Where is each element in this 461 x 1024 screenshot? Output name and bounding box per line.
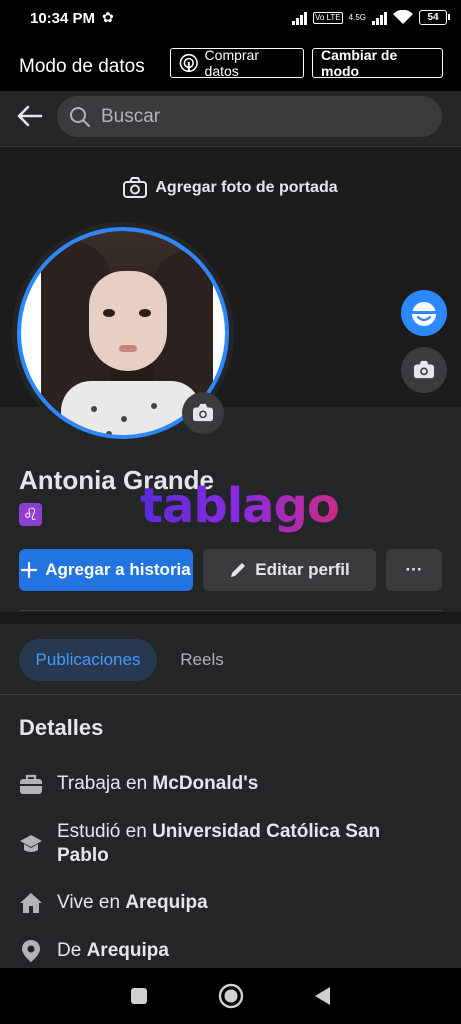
search-row: [0, 91, 461, 147]
change-mode-button[interactable]: Cambiar de modo: [312, 47, 443, 79]
camera-icon: [414, 360, 434, 379]
create-avatar-button[interactable]: [401, 290, 447, 336]
tab-reels[interactable]: Reels: [166, 639, 238, 681]
signal-icon: [292, 11, 307, 25]
status-time: 10:34 PM: [30, 10, 96, 27]
camera-icon: [193, 403, 213, 422]
signal-icon-2: [372, 11, 387, 25]
more-dots-icon: ···: [405, 560, 423, 579]
buy-data-label: Comprar datos: [204, 47, 260, 79]
section-separator: [0, 612, 461, 624]
status-bar: 10:34 PM ✿ Vo LTE 4.5G 54: [0, 0, 461, 40]
zodiac-badge[interactable]: ♌: [19, 503, 42, 526]
search-icon: [70, 106, 90, 127]
change-avatar-button[interactable]: [182, 392, 224, 434]
detail-lives-in[interactable]: Vive en Arequipa: [19, 891, 439, 915]
add-to-story-label: Agregar a historia: [45, 560, 191, 579]
location-pin-icon: [22, 940, 40, 962]
gear-icon: ✿: [102, 9, 114, 25]
volte-badge: Vo LTE: [313, 11, 343, 24]
detail-lives-value: Arequipa: [125, 892, 208, 913]
change-mode-label: Cambiar de modo: [321, 47, 398, 79]
back-arrow-icon[interactable]: [14, 101, 44, 131]
data-mode-bar: Modo de datos Comprar datos Cambiar de m…: [0, 40, 461, 91]
detail-work-value: McDonald's: [152, 773, 259, 794]
wifi-icon: [393, 10, 413, 24]
camera-icon: [123, 177, 148, 198]
detail-work-prefix: Trabaja en: [57, 773, 153, 794]
system-nav-bar: [0, 968, 461, 1024]
add-cover-photo[interactable]: Agregar foto de portada: [0, 177, 461, 199]
divider: [19, 610, 442, 611]
home-icon: [20, 893, 42, 913]
search-input[interactable]: [99, 104, 403, 129]
more-options-button[interactable]: ···: [386, 549, 442, 591]
home-button-icon[interactable]: [218, 983, 244, 1009]
recents-icon[interactable]: [130, 987, 148, 1005]
briefcase-icon: [20, 774, 42, 794]
data-mode-title: Modo de datos: [19, 56, 145, 77]
broadcast-icon: [179, 53, 198, 73]
detail-from[interactable]: De Arequipa: [19, 939, 439, 963]
graduation-cap-icon: [20, 835, 42, 852]
detail-lives-prefix: Vive en: [57, 892, 126, 913]
pencil-icon: [231, 563, 246, 577]
search-box[interactable]: [57, 96, 442, 137]
details-title: Detalles: [19, 715, 104, 740]
edit-cover-button[interactable]: [401, 347, 447, 393]
detail-from-value: Arequipa: [86, 940, 169, 961]
edit-profile-button[interactable]: Editar perfil: [203, 549, 376, 591]
detail-from-prefix: De: [57, 940, 87, 961]
detail-work[interactable]: Trabaja en McDonald's: [19, 772, 439, 796]
tab-publicaciones[interactable]: Publicaciones: [19, 639, 157, 681]
profile-tabs: Publicaciones Reels: [0, 624, 461, 695]
edit-profile-label: Editar perfil: [255, 560, 350, 579]
plus-icon: [21, 562, 38, 578]
add-cover-label: Agregar foto de portada: [155, 179, 338, 196]
status-icons: Vo LTE 4.5G 54: [292, 10, 450, 25]
watermark-logo: tablago: [140, 478, 340, 534]
avatar-face-icon: [412, 302, 436, 326]
network-type: 4.5G: [348, 13, 366, 22]
add-to-story-button[interactable]: Agregar a historia: [19, 549, 193, 591]
battery-icon: 54: [419, 10, 450, 25]
buy-data-button[interactable]: Comprar datos: [170, 47, 304, 79]
detail-education-prefix: Estudió en: [57, 821, 153, 842]
detail-education[interactable]: Estudió en Universidad Católica San Pabl…: [19, 820, 439, 868]
back-triangle-icon[interactable]: [314, 986, 332, 1006]
